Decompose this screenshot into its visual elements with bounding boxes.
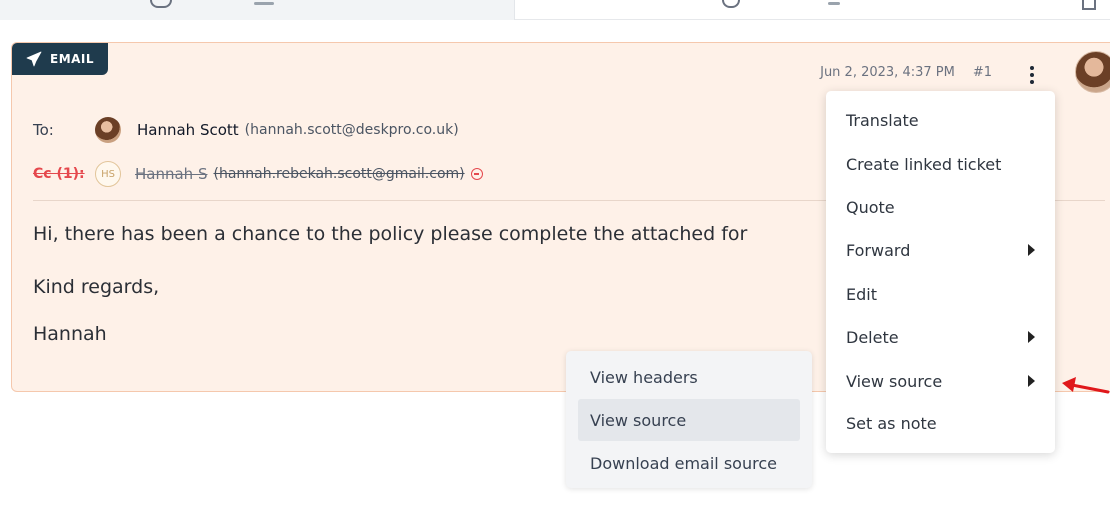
tab-label-fragment <box>828 2 840 5</box>
submenu-item-label: View headers <box>590 367 698 387</box>
tab-label-fragment <box>254 2 274 5</box>
paper-plane-icon <box>26 51 42 67</box>
submenu-item-download-email-source[interactable]: Download email source <box>578 442 800 484</box>
tab-icon[interactable] <box>1082 0 1096 10</box>
email-badge: EMAIL <box>12 43 108 75</box>
message-body-line: Hannah <box>33 323 107 345</box>
view-source-submenu: View headers View source Download email … <box>566 351 812 488</box>
cc-name[interactable]: Hannah S <box>135 165 207 183</box>
menu-item-forward[interactable]: Forward <box>826 230 1055 270</box>
menu-item-view-source[interactable]: View source <box>826 361 1055 401</box>
menu-item-label: Delete <box>846 327 899 347</box>
cc-label: Cc (1): <box>33 166 85 182</box>
recipient-email: (hannah.scott@deskpro.co.uk) <box>244 122 459 138</box>
cc-recipients: Cc (1): HS Hannah S (hannah.rebekah.scot… <box>33 161 483 187</box>
message-date: Jun 2, 2023, 4:37 PM <box>820 65 955 80</box>
recipient-name[interactable]: Hannah Scott <box>137 121 239 139</box>
menu-item-set-as-note[interactable]: Set as note <box>826 403 1055 443</box>
message-body-line: Hi, there has been a chance to the polic… <box>33 223 748 245</box>
remove-circle-icon[interactable] <box>470 168 483 180</box>
message-number: #1 <box>972 65 992 80</box>
caret-right-icon <box>1028 331 1035 343</box>
recipient-avatar <box>95 117 121 143</box>
menu-item-label: View source <box>846 371 943 391</box>
email-badge-label: EMAIL <box>50 52 95 66</box>
menu-item-delete[interactable]: Delete <box>826 317 1055 357</box>
menu-item-label: Forward <box>846 240 911 260</box>
menu-item-label: Edit <box>846 284 877 304</box>
submenu-item-view-headers[interactable]: View headers <box>578 356 800 398</box>
kebab-icon[interactable] <box>1022 63 1042 87</box>
submenu-item-view-source[interactable]: View source <box>578 399 800 441</box>
menu-item-label: Translate <box>846 110 919 130</box>
tab-icon <box>722 0 740 8</box>
message-actions-menu: Translate Create linked ticket Quote For… <box>826 91 1055 453</box>
message-meta: Jun 2, 2023, 4:37 PM #1 <box>820 65 992 80</box>
menu-item-label: Quote <box>846 197 895 217</box>
menu-item-quote[interactable]: Quote <box>826 187 1055 227</box>
tab-strip <box>0 0 1110 20</box>
menu-item-label: Set as note <box>846 413 937 433</box>
avatar[interactable] <box>1075 51 1110 93</box>
submenu-item-label: View source <box>590 410 687 430</box>
red-arrow-icon <box>1062 377 1110 394</box>
caret-right-icon <box>1028 244 1035 256</box>
message-body-line: Kind regards, <box>33 276 160 298</box>
menu-item-create-linked-ticket[interactable]: Create linked ticket <box>826 144 1055 184</box>
cc-email: (hannah.rebekah.scott@gmail.com) <box>213 166 465 182</box>
to-label: To: <box>33 121 54 139</box>
menu-item-translate[interactable]: Translate <box>826 100 1055 140</box>
to-recipients: To: Hannah Scott (hannah.scott@deskpro.c… <box>33 117 459 143</box>
ticket-view: EMAIL Jun 2, 2023, 4:37 PM #1 To: Hannah… <box>0 0 1110 531</box>
menu-item-edit[interactable]: Edit <box>826 274 1055 314</box>
caret-right-icon <box>1028 375 1035 387</box>
submenu-item-label: Download email source <box>590 453 777 473</box>
menu-item-label: Create linked ticket <box>846 154 1002 174</box>
cc-avatar: HS <box>95 161 121 187</box>
